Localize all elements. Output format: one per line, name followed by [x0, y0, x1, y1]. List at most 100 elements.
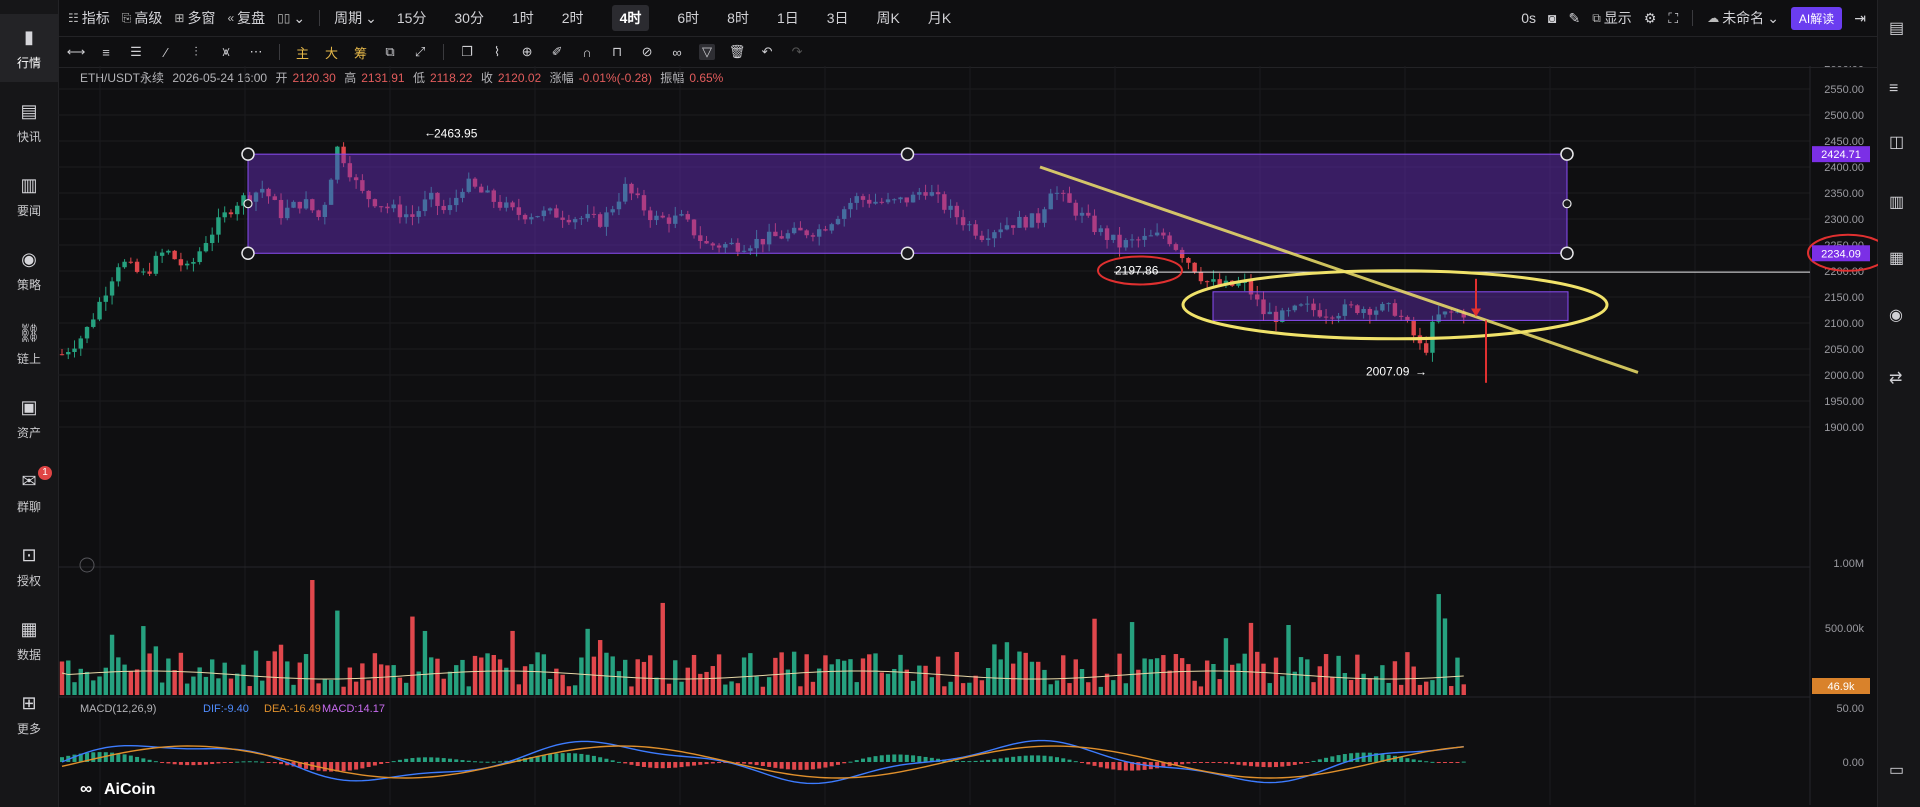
nav-item-6[interactable]: ✉ 群聊 1	[0, 458, 58, 526]
volume-bar	[1330, 676, 1335, 695]
period-tab-0[interactable]: 15分	[397, 8, 427, 28]
volume-bar	[1449, 686, 1454, 695]
marked-price-label: 2197.86	[1115, 263, 1159, 277]
hide-icon[interactable]: ⊘	[639, 44, 655, 60]
horizontal-lines-icon[interactable]: ≡	[98, 44, 114, 60]
period-tab-10[interactable]: 月K	[928, 8, 951, 28]
text-tool-0[interactable]: 主	[296, 44, 309, 61]
macd-histogram-bar	[1180, 762, 1185, 765]
undo-icon[interactable]: ↶	[759, 44, 775, 60]
nav-item-5[interactable]: ▣ 资产	[0, 384, 58, 452]
text-tool-2[interactable]: 筹	[354, 44, 367, 61]
nav-item-1[interactable]: ▤ 快讯	[0, 88, 58, 156]
price-tick-label: 1950.00	[1824, 396, 1864, 408]
multi-window-button[interactable]: ⊞ 多窗	[174, 8, 215, 28]
depth-icon[interactable]: ◫	[1889, 132, 1909, 152]
volume-bar	[228, 678, 234, 695]
volume-bar	[260, 680, 265, 695]
link-icon[interactable]: ∞	[669, 44, 685, 60]
macd-histogram-bar	[1342, 754, 1347, 762]
macd-histogram-bar	[279, 762, 284, 765]
ai-analysis-button[interactable]: AI解读	[1790, 6, 1843, 30]
horizontal-ray-icon[interactable]: ⟷	[67, 44, 86, 60]
volume-bar	[1117, 653, 1122, 695]
volume-bar	[973, 675, 978, 695]
volume-bar	[967, 682, 972, 695]
volume-bar	[1286, 625, 1291, 695]
nav-item-2[interactable]: ▥ 要闻	[0, 162, 58, 230]
more-tools-icon[interactable]: ⋯	[248, 44, 264, 60]
filter-icon[interactable]: ▽	[699, 44, 716, 60]
period-tab-5[interactable]: 6时	[677, 8, 699, 28]
period-tab-1[interactable]: 30分	[454, 8, 484, 28]
edit-icon[interactable]: ✎	[1569, 10, 1581, 27]
sidebar-toggle-icon[interactable]: ⇥	[1854, 10, 1866, 27]
macd-histogram-bar	[203, 762, 208, 765]
volume-bar	[604, 652, 609, 695]
advanced-button[interactable]: ⎘ 高级	[122, 8, 163, 28]
period-selector[interactable]: 周期 ⌄	[334, 8, 377, 28]
volume-bar	[378, 664, 384, 695]
measure-icon[interactable]: ⤢	[412, 44, 428, 60]
etf-icon[interactable]: ▦	[1889, 248, 1909, 268]
nav-item-7[interactable]: ⊡ 授权	[0, 532, 58, 600]
candle-body	[1411, 320, 1416, 336]
period-tab-4[interactable]: 4时	[611, 5, 650, 31]
period-tab-8[interactable]: 3日	[827, 8, 849, 28]
trend-line-icon[interactable]: ⁄	[158, 44, 174, 60]
order-book-icon[interactable]: ▤	[1889, 18, 1909, 38]
nav-item-8[interactable]: ▦ 数据	[0, 606, 58, 674]
fullscreen-icon[interactable]: ⛶	[1668, 10, 1678, 27]
macd-histogram-bar	[385, 762, 390, 763]
redo-icon[interactable]: ↷	[789, 44, 805, 60]
period-tab-6[interactable]: 8时	[727, 8, 749, 28]
stats-icon[interactable]: ▥	[1889, 192, 1909, 212]
lock-icon[interactable]: ⊓	[609, 44, 625, 60]
volume-bar	[441, 678, 446, 695]
copy-icon[interactable]: ❐	[459, 44, 475, 60]
display-button[interactable]: ⧉ 显示	[1592, 8, 1632, 28]
volume-bar	[109, 634, 115, 695]
chart-type-button[interactable]: ▯▯ ⌄	[277, 10, 305, 27]
text-tools: 主大筹	[288, 44, 375, 61]
macd-histogram-bar	[410, 758, 415, 762]
trash-icon[interactable]: 🗑	[729, 44, 746, 60]
replay-button[interactable]: «复盘	[227, 8, 265, 28]
volume-bar	[341, 686, 346, 695]
snapshot-icon[interactable]: ⧉	[382, 44, 398, 60]
macd-histogram-bar	[91, 752, 96, 762]
magnet-icon[interactable]: ∩	[579, 44, 595, 60]
camera-icon[interactable]: ◙	[1548, 10, 1556, 26]
brush-icon[interactable]: ✐	[549, 44, 565, 60]
list-icon[interactable]: ≡	[1889, 80, 1909, 100]
macd-histogram-bar	[598, 757, 603, 762]
candle-body	[78, 338, 83, 349]
fibonacci-icon[interactable]: ⫶	[188, 44, 204, 60]
settings-icon[interactable]: ⚙	[1644, 10, 1657, 27]
volume-bar	[241, 664, 246, 695]
period-tab-2[interactable]: 1时	[512, 8, 534, 28]
nav-item-3[interactable]: ◉ 策略	[0, 236, 58, 304]
parallel-channel-icon[interactable]: ☰	[128, 44, 144, 60]
macd-histogram-bar	[416, 757, 421, 762]
robot-icon[interactable]: ◉	[1889, 305, 1909, 325]
period-tab-3[interactable]: 2时	[562, 8, 584, 28]
pattern-icon[interactable]: ⩙	[218, 44, 234, 60]
nav-item-4[interactable]: ⛓ 链上	[0, 310, 58, 378]
period-tab-9[interactable]: 周K	[877, 8, 900, 28]
exchange-icon[interactable]: ⇄	[1889, 368, 1909, 388]
candlestick-chart[interactable]: 2600.002550.002500.002450.002400.002350.…	[58, 66, 1878, 807]
volume-bar	[698, 673, 703, 695]
volume-bar	[704, 671, 709, 695]
nav-item-0[interactable]: ▮ 行情	[0, 14, 58, 82]
indicators-button[interactable]: ☷ 指标	[68, 8, 110, 28]
nav-item-9[interactable]: ⊞ 更多	[0, 680, 58, 748]
period-tab-7[interactable]: 1日	[777, 8, 799, 28]
ruler-icon[interactable]: ⌇	[489, 44, 505, 60]
layout-name-button[interactable]: ☁ 未命名 ⌄	[1707, 8, 1779, 28]
macd-histogram-bar	[1155, 762, 1160, 769]
macd-dif: DIF:-9.40	[203, 703, 249, 715]
text-tool-1[interactable]: 大	[325, 44, 338, 61]
zoom-icon[interactable]: ⊕	[519, 44, 535, 60]
ratio-icon[interactable]: ▭	[1889, 760, 1909, 780]
